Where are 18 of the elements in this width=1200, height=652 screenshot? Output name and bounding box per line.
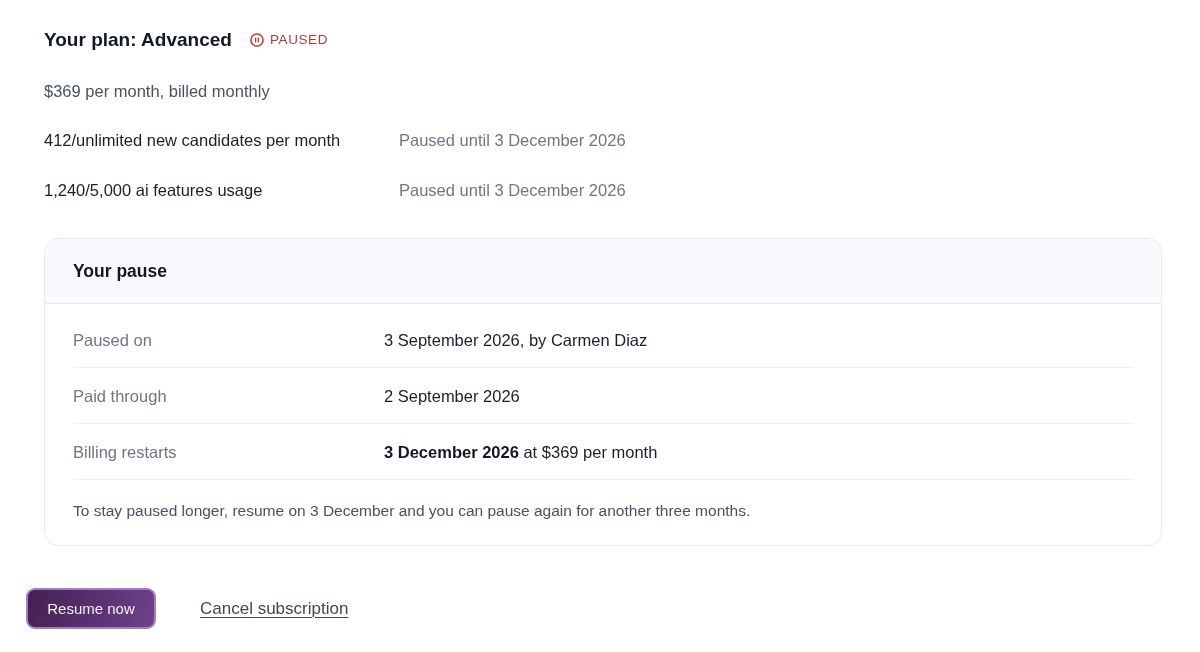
pause-icon [249,33,264,47]
detail-label: Billing restarts [73,441,178,463]
card-title: Your pause [73,260,167,283]
usage-note: Paused until 3 December 2026 [399,180,626,201]
status-label: PAUSED [269,32,329,48]
usage-amount: 1,240/5,000 ai features usage [44,180,264,201]
usage-note: Paused until 3 December 2026 [399,130,626,151]
detail-value: 3 September 2026, by Carmen Diaz [384,329,648,351]
plan-title: Your plan: Advanced [44,28,232,52]
pause-note: To stay paused longer, resume on 3 December and you can pause again for another three months. [73,501,752,521]
resume-button[interactable]: Resume now [26,588,156,629]
price-text: $369 per month, billed monthly [44,81,271,102]
detail-label: Paused on [73,329,153,351]
detail-label: Paid through [73,385,168,407]
cancel-link[interactable]: Cancel subscription [200,598,349,619]
detail-value: 2 September 2026 [384,385,520,407]
usage-amount: 412/unlimited new candidates per month [44,130,342,151]
detail-value: 3 December 2026 at $369 per month [384,441,658,463]
